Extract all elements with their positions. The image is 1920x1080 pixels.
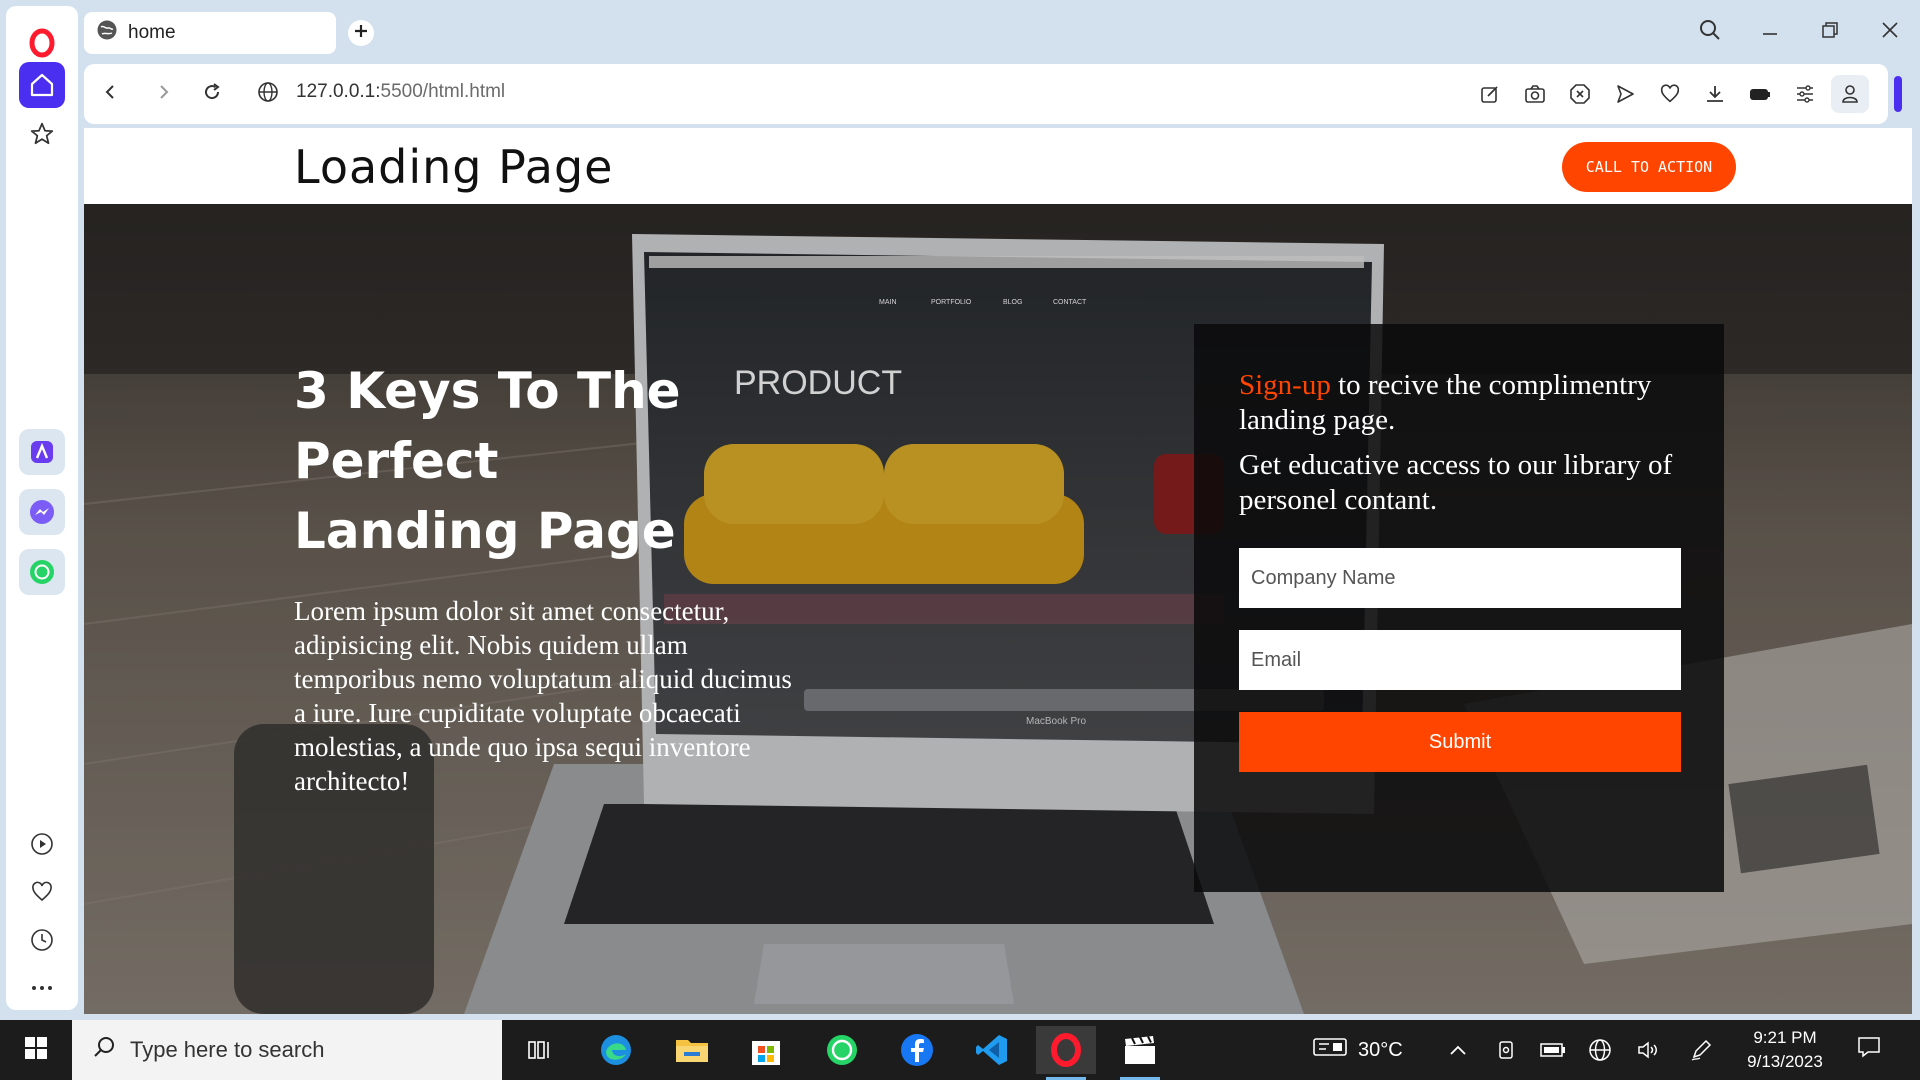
block-icon[interactable] (1564, 78, 1596, 110)
email-input[interactable] (1239, 630, 1681, 690)
page-viewport: Loading Page CALL TO ACTION PRODUCT MacB… (84, 128, 1912, 1014)
messenger-icon[interactable] (19, 489, 65, 535)
site-header: Loading Page CALL TO ACTION (84, 128, 1912, 204)
hero-section: PRODUCT MacBook Pro MAIN PORTFOLIO BLOG … (84, 204, 1912, 1014)
weather-widget[interactable]: 30°C (1312, 1020, 1403, 1080)
clock-date: 9/13/2023 (1747, 1052, 1823, 1071)
more-icon[interactable] (19, 968, 65, 1008)
camera-icon[interactable] (1519, 78, 1551, 110)
star-icon[interactable] (19, 114, 65, 154)
pen-icon[interactable] (1690, 1020, 1712, 1080)
search-tabs-button[interactable] (1690, 12, 1730, 52)
submit-button[interactable]: Submit (1239, 712, 1681, 772)
facebook-icon[interactable] (887, 1026, 947, 1074)
file-explorer-icon[interactable] (662, 1026, 722, 1074)
heart-icon[interactable] (19, 872, 65, 912)
back-button[interactable] (94, 78, 126, 110)
download-icon[interactable] (1699, 78, 1731, 110)
profile-icon[interactable] (1831, 75, 1869, 113)
clapper-icon[interactable] (1110, 1026, 1170, 1080)
opera-sidebar (6, 6, 78, 1010)
company-name-input[interactable] (1239, 548, 1681, 608)
store-icon[interactable] (736, 1026, 796, 1074)
windows-icon (24, 1036, 48, 1065)
send-icon[interactable] (1609, 78, 1641, 110)
battery-icon[interactable] (1744, 78, 1776, 110)
tab-title: home (128, 22, 176, 43)
opera-logo-icon[interactable] (19, 20, 65, 66)
hero-body-text: Lorem ipsum dolor sit amet consectetur, … (294, 596, 792, 796)
easy-setup-icon[interactable] (1789, 78, 1821, 110)
signup-form: Sign-up to recive the complimentry landi… (1194, 324, 1724, 892)
globe-icon (96, 19, 118, 47)
show-hidden-icons[interactable] (1448, 1020, 1468, 1080)
signup-intro: Sign-up to recive the complimentry landi… (1239, 368, 1699, 438)
start-button[interactable] (0, 1020, 72, 1080)
address-bar: 127.0.0.1:5500/html.html (84, 64, 1888, 124)
aria-icon[interactable] (19, 429, 65, 475)
whatsapp-icon[interactable] (19, 549, 65, 595)
opera-icon[interactable] (1036, 1026, 1096, 1080)
meet-icon[interactable] (1496, 1020, 1518, 1080)
plus-icon (354, 24, 368, 43)
url-path: 5500/html.html (380, 81, 506, 102)
signup-accent: Sign-up (1239, 369, 1331, 401)
vscode-icon[interactable] (962, 1026, 1022, 1074)
battery-status-icon[interactable] (1540, 1020, 1566, 1080)
edit-icon[interactable] (1474, 78, 1506, 110)
weather-temperature: 30°C (1358, 1038, 1403, 1061)
notification-icon (1856, 1035, 1882, 1065)
call-to-action-button[interactable]: CALL TO ACTION (1562, 142, 1736, 192)
signup-description: Get educative access to our library of p… (1239, 449, 1673, 516)
heart-icon[interactable] (1654, 78, 1686, 110)
notification-center-button[interactable] (1856, 1020, 1882, 1080)
minimize-icon (1760, 20, 1780, 45)
search-icon (1698, 18, 1722, 47)
sidebar-scroll-indicator[interactable] (1894, 76, 1902, 112)
player-icon[interactable] (19, 824, 65, 864)
close-icon (1880, 20, 1900, 45)
windows-taskbar: Type here to search 30°C 9:21 PM 9/13/20… (0, 1020, 1920, 1080)
restore-button[interactable] (1810, 12, 1850, 52)
reload-button[interactable] (196, 78, 228, 110)
minimize-button[interactable] (1750, 12, 1790, 52)
url-field[interactable]: 127.0.0.1:5500/html.html (296, 81, 505, 103)
new-tab-button[interactable] (348, 20, 374, 46)
site-info-button[interactable] (252, 78, 284, 110)
forward-icon (155, 83, 173, 106)
edge-icon[interactable] (586, 1026, 646, 1074)
whatsapp-icon[interactable] (812, 1026, 872, 1074)
clock-time: 9:21 PM (1753, 1028, 1817, 1047)
history-icon[interactable] (19, 920, 65, 960)
hero-heading: 3 Keys To The Perfect Landing Page (294, 362, 681, 560)
network-icon[interactable] (1588, 1020, 1612, 1080)
back-icon (101, 83, 119, 106)
search-icon (92, 1035, 116, 1065)
close-button[interactable] (1870, 12, 1910, 52)
home-icon[interactable] (19, 62, 65, 108)
reload-icon (202, 82, 222, 107)
url-host: 127.0.0.1: (296, 81, 381, 102)
taskbar-search[interactable]: Type here to search (72, 1020, 502, 1080)
restore-icon (1820, 20, 1840, 45)
volume-icon[interactable] (1636, 1020, 1660, 1080)
globe-icon (257, 81, 279, 108)
browser-tab[interactable]: home (84, 12, 336, 54)
site-title: Loading Page (294, 140, 614, 194)
forward-button[interactable] (148, 78, 180, 110)
weather-icon (1312, 1035, 1348, 1065)
taskbar-search-placeholder: Type here to search (130, 1037, 325, 1062)
task-view-icon[interactable] (510, 1026, 570, 1074)
taskbar-clock[interactable]: 9:21 PM 9/13/2023 (1720, 1026, 1850, 1074)
